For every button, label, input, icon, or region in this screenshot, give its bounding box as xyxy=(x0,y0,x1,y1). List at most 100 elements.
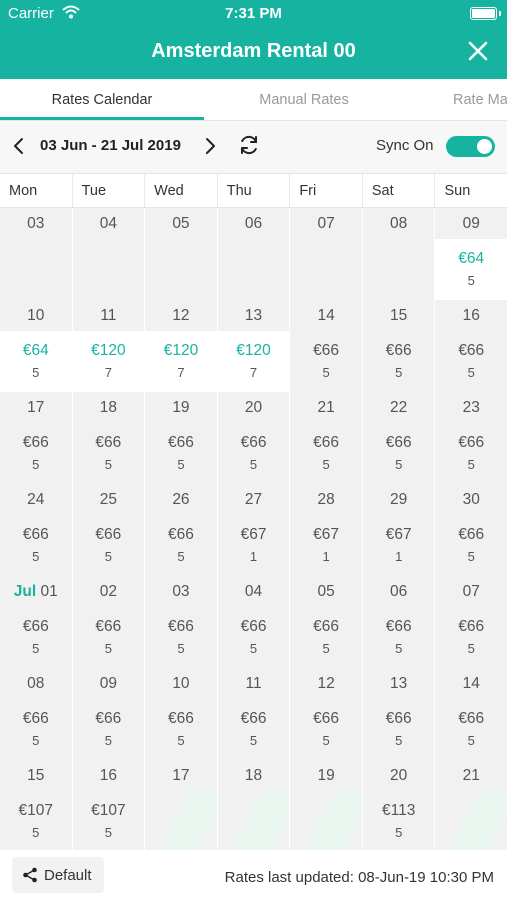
date-cell[interactable]: 03 xyxy=(0,208,73,239)
date-cell[interactable]: 06 xyxy=(218,208,291,239)
rate-cell[interactable]: €66 5 xyxy=(363,331,436,392)
date-cell[interactable]: 18 xyxy=(218,760,291,791)
rate-cell[interactable]: €66 5 xyxy=(435,515,507,576)
date-cell[interactable]: 08 xyxy=(363,208,436,239)
date-cell[interactable]: 16 xyxy=(435,300,507,331)
rate-cell[interactable]: €67 1 xyxy=(363,515,436,576)
date-cell[interactable]: 22 xyxy=(363,392,436,423)
chevron-right-icon[interactable] xyxy=(203,137,217,155)
date-cell[interactable]: 21 xyxy=(290,392,363,423)
rate-cell[interactable]: €66 5 xyxy=(145,607,218,668)
date-cell[interactable]: 04 xyxy=(218,576,291,607)
date-cell[interactable]: 10 xyxy=(145,668,218,699)
tab-manual-rates[interactable]: Manual Rates xyxy=(204,79,404,120)
date-cell[interactable]: 19 xyxy=(145,392,218,423)
date-cell[interactable]: 05 xyxy=(145,208,218,239)
date-cell[interactable]: 11 xyxy=(73,300,146,331)
rate-cell[interactable]: €66 5 xyxy=(218,699,291,760)
date-cell[interactable]: 15 xyxy=(363,300,436,331)
chevron-left-icon[interactable] xyxy=(12,137,26,155)
rate-cell-unavailable[interactable] xyxy=(145,791,218,852)
rate-cell[interactable]: €113 5 xyxy=(363,791,436,852)
date-cell[interactable]: 27 xyxy=(218,484,291,515)
tab-rates-calendar[interactable]: Rates Calendar xyxy=(0,79,204,120)
rate-cell[interactable]: €67 1 xyxy=(218,515,291,576)
date-cell[interactable]: 04 xyxy=(73,208,146,239)
rate-cell[interactable]: €66 5 xyxy=(0,699,73,760)
date-cell[interactable]: 09 xyxy=(435,208,507,239)
rate-cell[interactable]: €120 7 xyxy=(145,331,218,392)
rate-cell[interactable]: €66 5 xyxy=(0,423,73,484)
date-cell[interactable]: 14 xyxy=(435,668,507,699)
rate-cell-unavailable[interactable] xyxy=(290,791,363,852)
rate-cell-empty[interactable] xyxy=(363,239,436,300)
date-cell[interactable]: 10 xyxy=(0,300,73,331)
rate-cell[interactable]: €66 5 xyxy=(435,607,507,668)
rate-cell[interactable]: €66 5 xyxy=(363,423,436,484)
date-cell[interactable]: 25 xyxy=(73,484,146,515)
date-cell[interactable]: 26 xyxy=(145,484,218,515)
date-cell[interactable]: 07 xyxy=(435,576,507,607)
rate-cell-empty[interactable] xyxy=(145,239,218,300)
date-cell[interactable]: 02 xyxy=(73,576,146,607)
refresh-icon[interactable] xyxy=(238,134,260,156)
tab-rate-management[interactable]: Rate Ma xyxy=(404,79,507,120)
rate-cell-empty[interactable] xyxy=(290,239,363,300)
rate-cell[interactable]: €66 5 xyxy=(290,607,363,668)
rate-cell[interactable]: €107 5 xyxy=(73,791,146,852)
date-cell[interactable]: 30 xyxy=(435,484,507,515)
default-button[interactable]: Default xyxy=(12,857,104,893)
date-cell[interactable]: 24 xyxy=(0,484,73,515)
rate-cell[interactable]: €66 5 xyxy=(145,699,218,760)
close-icon[interactable] xyxy=(467,40,489,62)
rate-cell[interactable]: €66 5 xyxy=(73,515,146,576)
rate-cell[interactable]: €66 5 xyxy=(0,515,73,576)
rate-cell[interactable]: €120 7 xyxy=(72,331,146,392)
sync-toggle[interactable] xyxy=(446,136,495,157)
date-cell[interactable]: 12 xyxy=(290,668,363,699)
date-cell[interactable]: 28 xyxy=(290,484,363,515)
rate-cell-unavailable[interactable] xyxy=(435,791,507,852)
date-cell[interactable]: 13 xyxy=(218,300,291,331)
date-cell[interactable]: 20 xyxy=(363,760,436,791)
rate-cell[interactable]: €67 1 xyxy=(290,515,363,576)
rate-cell[interactable]: €66 5 xyxy=(218,423,291,484)
date-cell[interactable]: 17 xyxy=(145,760,218,791)
rate-cell[interactable]: €64 5 xyxy=(0,331,73,392)
date-cell[interactable]: 15 xyxy=(0,760,73,791)
rate-cell[interactable]: €66 5 xyxy=(363,607,436,668)
rate-cell[interactable]: €66 5 xyxy=(290,699,363,760)
date-cell[interactable]: 05 xyxy=(290,576,363,607)
date-cell[interactable]: 20 xyxy=(218,392,291,423)
rate-cell-unavailable[interactable] xyxy=(218,791,291,852)
date-cell[interactable]: 17 xyxy=(0,392,73,423)
date-cell[interactable]: 07 xyxy=(290,208,363,239)
date-cell[interactable]: 29 xyxy=(363,484,436,515)
rate-cell[interactable]: €66 5 xyxy=(73,423,146,484)
rate-cell-empty[interactable] xyxy=(218,239,291,300)
rate-cell[interactable]: €66 5 xyxy=(435,331,507,392)
rate-cell[interactable]: €64 5 xyxy=(435,239,507,300)
date-cell[interactable]: 23 xyxy=(435,392,507,423)
rate-cell[interactable]: €66 5 xyxy=(435,699,507,760)
rate-cell[interactable]: €66 5 xyxy=(73,699,146,760)
date-cell[interactable]: 03 xyxy=(145,576,218,607)
date-cell[interactable]: 13 xyxy=(363,668,436,699)
rate-cell-empty[interactable] xyxy=(73,239,146,300)
rate-cell[interactable]: €107 5 xyxy=(0,791,73,852)
rate-cell-empty[interactable] xyxy=(0,239,73,300)
date-cell[interactable]: 14 xyxy=(290,300,363,331)
rate-cell[interactable]: €66 5 xyxy=(435,423,507,484)
date-cell[interactable]: 12 xyxy=(145,300,218,331)
date-cell[interactable]: 21 xyxy=(435,760,507,791)
rate-cell[interactable]: €66 5 xyxy=(218,607,291,668)
rate-cell[interactable]: €66 5 xyxy=(290,423,363,484)
rate-cell[interactable]: €66 5 xyxy=(145,423,218,484)
rate-cell[interactable]: €66 5 xyxy=(0,607,73,668)
date-cell[interactable]: 16 xyxy=(73,760,146,791)
rate-cell[interactable]: €66 5 xyxy=(73,607,146,668)
rate-cell[interactable]: €66 5 xyxy=(290,331,363,392)
rate-cell[interactable]: €120 7 xyxy=(217,331,291,392)
date-cell[interactable]: Jul 01 xyxy=(0,576,73,607)
date-cell[interactable]: 06 xyxy=(363,576,436,607)
